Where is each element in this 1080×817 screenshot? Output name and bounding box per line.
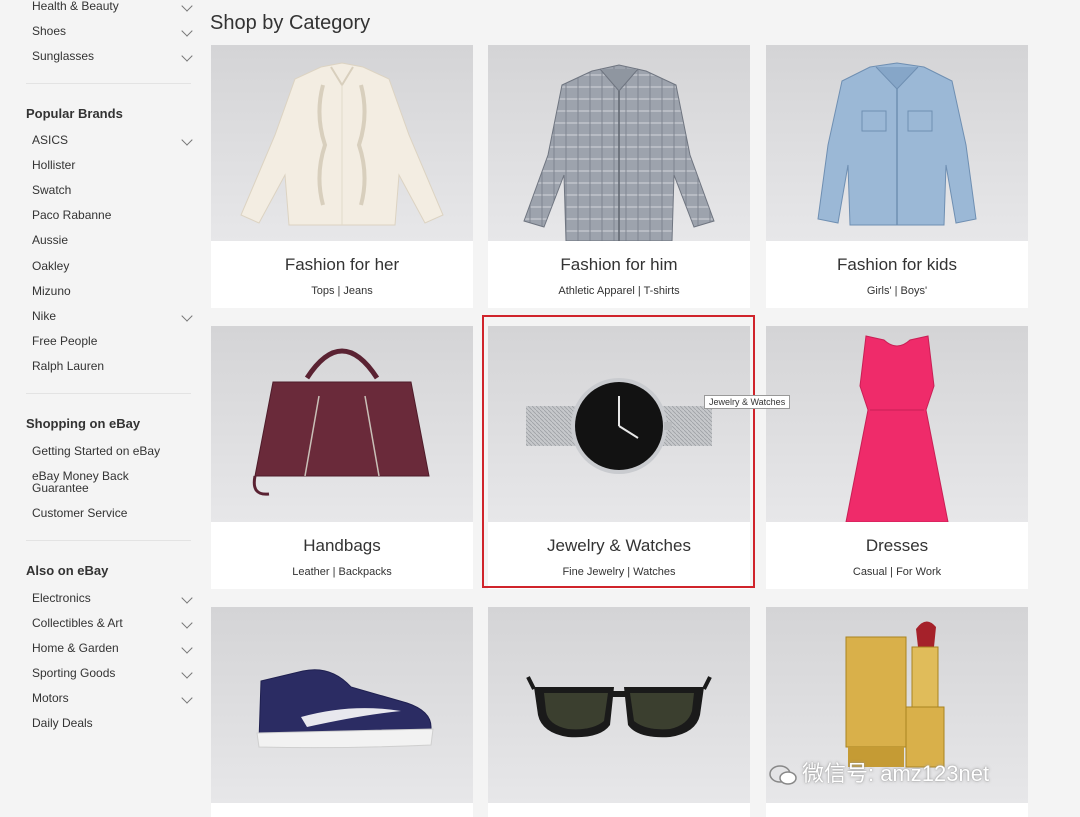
chevron-down-icon[interactable] xyxy=(181,50,193,62)
sidebar-item-label: Collectibles & Art xyxy=(32,616,123,630)
sidebar-item-aussie[interactable]: Aussie xyxy=(32,230,197,250)
popular-brands-heading: Popular Brands xyxy=(26,106,123,121)
tooltip: Jewelry & Watches xyxy=(704,395,791,409)
sidebar: Health & Beauty Shoes Sunglasses Popular… xyxy=(0,0,205,817)
sidebar-item-ralph-lauren[interactable]: Ralph Lauren xyxy=(32,356,197,376)
selected-card-highlight xyxy=(482,315,755,588)
sidebar-item-shoes[interactable]: Shoes xyxy=(32,21,197,41)
chevron-down-icon[interactable] xyxy=(181,0,193,12)
sidebar-item-sunglasses[interactable]: Sunglasses xyxy=(32,46,197,66)
wechat-icon xyxy=(769,765,797,785)
sidebar-item-getting-started[interactable]: Getting Started on eBay xyxy=(32,441,197,461)
category-card-fashion-for-her[interactable]: Fashion for her Tops | Jeans xyxy=(211,45,473,308)
sidebar-item-daily-deals[interactable]: Daily Deals xyxy=(32,713,197,733)
category-card-dresses[interactable]: Dresses Casual | For Work xyxy=(766,326,1028,589)
watermark: 微信号: amz123net xyxy=(768,756,989,788)
category-subtitle[interactable]: Girls' | Boys' xyxy=(766,285,1028,297)
category-card-handbags[interactable]: Handbags Leather | Backpacks xyxy=(211,326,473,589)
category-subtitle[interactable]: Casual | For Work xyxy=(766,566,1028,578)
sidebar-item-hollister[interactable]: Hollister xyxy=(32,155,197,175)
sidebar-item-motors[interactable]: Motors xyxy=(32,688,197,708)
sidebar-item-customer-service[interactable]: Customer Service xyxy=(32,503,197,523)
sidebar-item-home-garden[interactable]: Home & Garden xyxy=(32,638,197,658)
sidebar-item-label: Sporting Goods xyxy=(32,666,116,680)
sidebar-item-money-back-guarantee[interactable]: eBay Money Back Guarantee xyxy=(32,470,142,498)
handbag-image xyxy=(211,326,473,522)
sidebar-item-label: Nike xyxy=(32,309,57,323)
chevron-down-icon[interactable] xyxy=(181,25,193,37)
sidebar-item-label: Shoes xyxy=(32,24,67,38)
sidebar-item-collectibles-art[interactable]: Collectibles & Art xyxy=(32,613,197,633)
category-card-fashion-for-him[interactable]: Fashion for him Athletic Apparel | T-shi… xyxy=(488,45,750,308)
sidebar-item-health-beauty[interactable]: Health & Beauty xyxy=(32,0,197,16)
sidebar-item-label: Motors xyxy=(32,691,69,705)
chevron-down-icon[interactable] xyxy=(181,617,193,629)
chevron-down-icon[interactable] xyxy=(181,134,193,146)
page-title: Shop by Category xyxy=(210,12,371,34)
sidebar-item-label: Home & Garden xyxy=(32,641,119,655)
sidebar-item-label: Health & Beauty xyxy=(32,0,119,13)
category-subtitle[interactable]: Athletic Apparel | T-shirts xyxy=(488,285,750,297)
watermark-text: 微信号: amz123net xyxy=(802,761,990,786)
category-card-fashion-for-kids[interactable]: Fashion for kids Girls' | Boys' xyxy=(766,45,1028,308)
sidebar-item-swatch[interactable]: Swatch xyxy=(32,180,197,200)
chevron-down-icon[interactable] xyxy=(181,667,193,679)
divider xyxy=(26,393,191,394)
sneaker-image xyxy=(211,607,473,803)
category-title[interactable]: Fashion for him xyxy=(488,255,750,275)
category-subtitle[interactable]: Tops | Jeans xyxy=(211,285,473,297)
category-card-sneakers[interactable] xyxy=(211,607,473,817)
sidebar-item-paco-rabanne[interactable]: Paco Rabanne xyxy=(32,205,197,225)
chevron-down-icon[interactable] xyxy=(181,310,193,322)
divider xyxy=(26,83,191,84)
sidebar-item-label: Sunglasses xyxy=(32,49,95,63)
shopping-on-ebay-heading: Shopping on eBay xyxy=(26,416,141,431)
blouse-image xyxy=(211,45,473,241)
category-subtitle[interactable]: Leather | Backpacks xyxy=(211,566,473,578)
sidebar-item-label: Electronics xyxy=(32,591,91,605)
sunglasses-image xyxy=(488,607,750,803)
divider xyxy=(26,540,191,541)
plaid-shirt-image xyxy=(488,45,750,241)
also-on-ebay-heading: Also on eBay xyxy=(26,563,109,578)
category-title[interactable]: Fashion for kids xyxy=(766,255,1028,275)
category-title[interactable]: Fashion for her xyxy=(211,255,473,275)
sidebar-item-nike[interactable]: Nike xyxy=(32,306,197,326)
sidebar-item-free-people[interactable]: Free People xyxy=(32,331,197,351)
pink-dress-image xyxy=(766,326,1028,522)
sidebar-item-electronics[interactable]: Electronics xyxy=(32,588,197,608)
category-card-sunglasses[interactable] xyxy=(488,607,750,817)
sidebar-item-mizuno[interactable]: Mizuno xyxy=(32,281,197,301)
chevron-down-icon[interactable] xyxy=(181,592,193,604)
sidebar-item-label: ASICS xyxy=(32,133,69,147)
chevron-down-icon[interactable] xyxy=(181,642,193,654)
denim-jacket-image xyxy=(766,45,1028,241)
chevron-down-icon[interactable] xyxy=(181,692,193,704)
category-title[interactable]: Dresses xyxy=(766,536,1028,556)
sidebar-item-asics[interactable]: ASICS xyxy=(32,130,197,150)
sidebar-item-sporting-goods[interactable]: Sporting Goods xyxy=(32,663,197,683)
category-title[interactable]: Handbags xyxy=(211,536,473,556)
sidebar-item-oakley[interactable]: Oakley xyxy=(32,256,197,276)
